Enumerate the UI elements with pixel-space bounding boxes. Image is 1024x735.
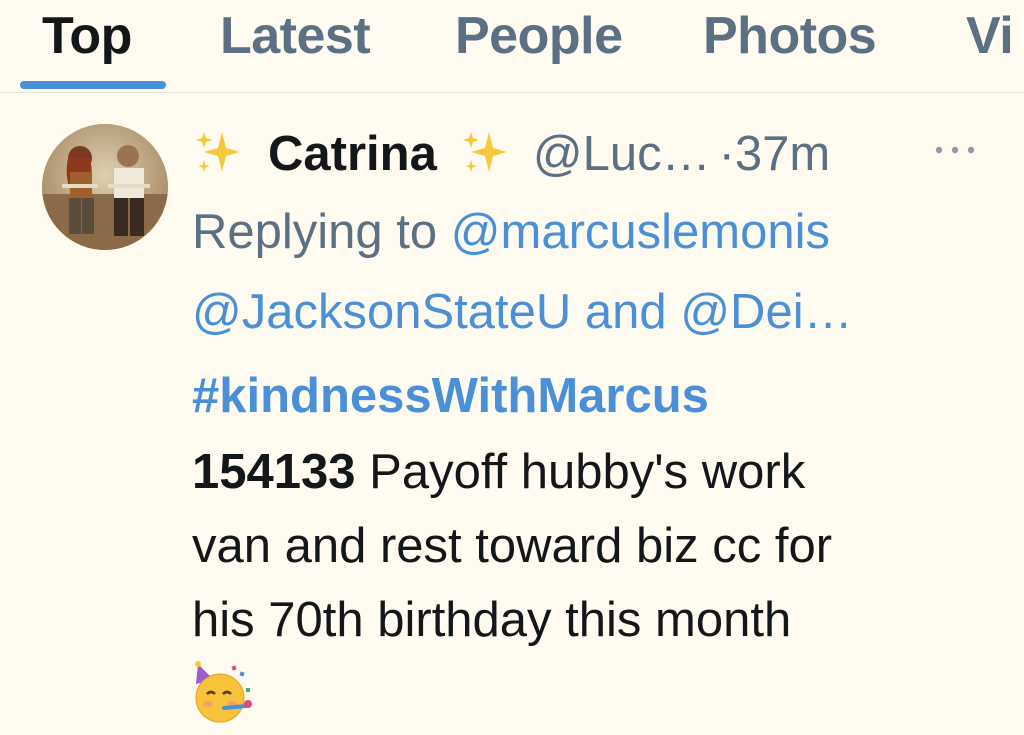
mention-link[interactable]: @JacksonStateU (192, 285, 571, 339)
handle[interactable]: @Luc… (533, 127, 711, 181)
separator-dot: · (718, 127, 735, 181)
tweet-text: van and rest toward biz cc for (192, 519, 833, 573)
hashtag-link[interactable]: #kindnessWithMarcus (192, 369, 709, 423)
timestamp[interactable]: 37m (735, 127, 830, 181)
display-name[interactable]: Catrina (268, 127, 437, 181)
avatar[interactable] (42, 124, 168, 250)
tweet-text-line: 154133 Payoff hubby's work (192, 448, 805, 497)
sparkles-icon (196, 132, 240, 172)
tweet-hashtag-line: #kindnessWithMarcus (192, 372, 709, 421)
partying-face-emoji (195, 661, 252, 723)
replying-to-label: Replying to (192, 205, 438, 259)
tweet-text-line: van and rest toward biz cc for (192, 522, 832, 571)
more-icon[interactable] (930, 140, 980, 160)
avatar-photo (42, 124, 168, 250)
tab-people[interactable]: People (455, 6, 623, 66)
tweet-header: Catrina @Luc… ·37m (192, 126, 830, 179)
reply-context-cont: @JacksonStateU and @Dei… (192, 288, 853, 337)
reply-context: Replying to @marcuslemonis (192, 208, 830, 257)
mention-link[interactable]: @marcuslemonis (451, 205, 830, 259)
tweet-number: 154133 (192, 445, 356, 499)
tab-photos[interactable]: Photos (703, 6, 877, 66)
tweet-text: Payoff hubby's work (369, 445, 806, 499)
tab-top[interactable]: Top (42, 6, 132, 66)
active-tab-indicator (20, 81, 166, 89)
mention-link[interactable]: @Dei… (680, 285, 852, 339)
search-tabs: Top Latest People Photos Vi (0, 0, 1024, 93)
tweet-text: his 70th birthday this month (192, 593, 792, 647)
reply-and[interactable]: and (585, 285, 667, 339)
tab-latest[interactable]: Latest (220, 6, 371, 66)
tab-videos[interactable]: Vi (966, 6, 1014, 66)
tweet-text-line: his 70th birthday this month (192, 596, 791, 645)
sparkles-icon (462, 132, 507, 172)
